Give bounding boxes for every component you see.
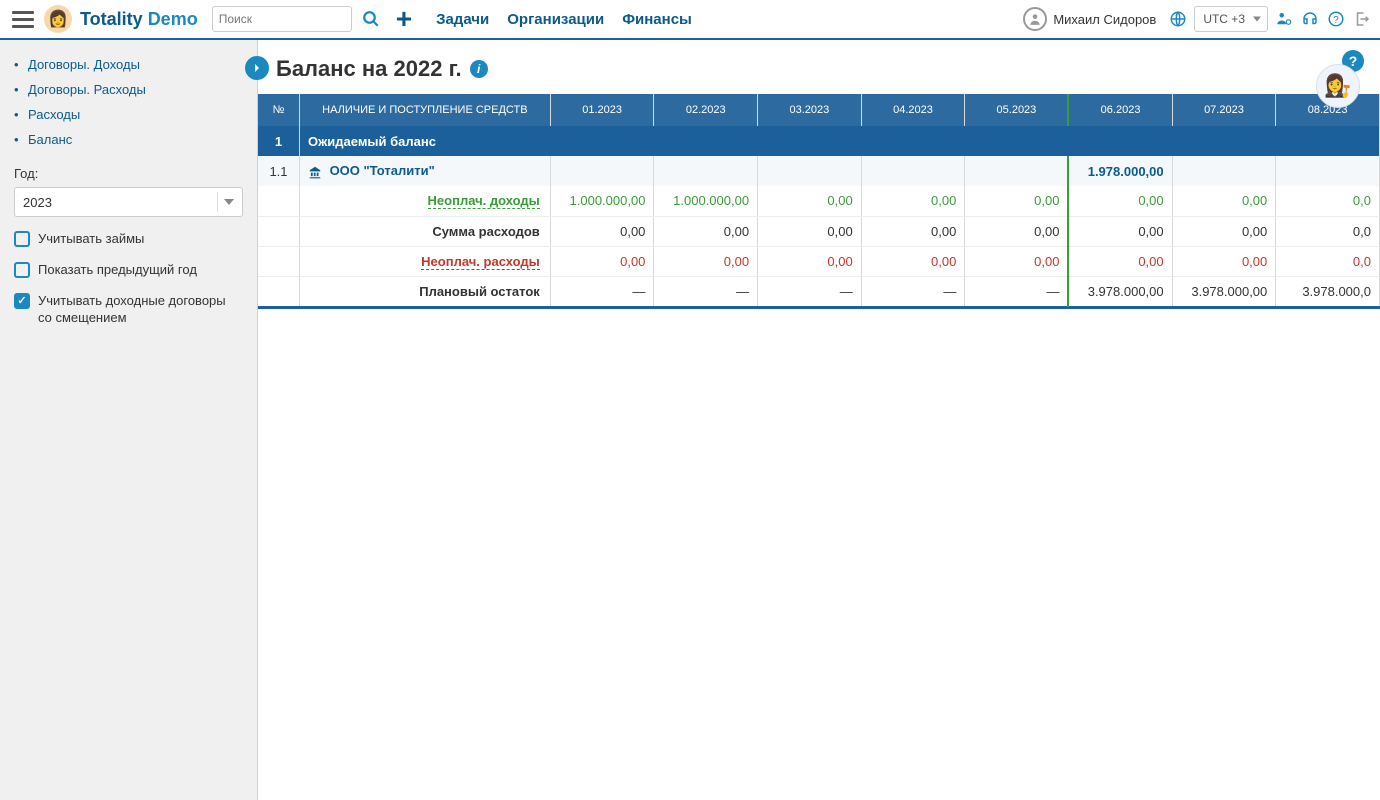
col-month[interactable]: 07.2023 xyxy=(1172,94,1276,126)
sidebar-item-expenses[interactable]: Расходы xyxy=(14,102,243,127)
section-row: 1Ожидаемый баланс xyxy=(258,126,1380,156)
sidebar-nav: Договоры. Доходы Договоры. Расходы Расхо… xyxy=(14,52,243,152)
help-icon[interactable]: ? xyxy=(1326,9,1346,29)
help-float: ? 👩‍⚖️ xyxy=(1308,50,1364,106)
search-input[interactable] xyxy=(212,6,352,32)
table-header-row: № НАЛИЧИЕ И ПОСТУПЛЕНИЕ СРЕДСТВ 01.2023 … xyxy=(258,94,1380,126)
app-avatar-icon: 👩 xyxy=(44,5,72,33)
timezone-select[interactable]: UTC +3 xyxy=(1194,6,1268,32)
checkbox-prev-year[interactable]: Показать предыдущий год xyxy=(14,262,243,279)
col-month[interactable]: 05.2023 xyxy=(965,94,1069,126)
bank-icon xyxy=(308,165,322,179)
globe-icon[interactable] xyxy=(1168,9,1188,29)
app-logo[interactable]: Totality Demo xyxy=(80,9,198,30)
info-icon[interactable]: i xyxy=(470,60,488,78)
col-month[interactable]: 04.2023 xyxy=(861,94,965,126)
table-row: Неоплач. доходы1.000.000,001.000.000,000… xyxy=(258,186,1380,216)
main-nav: Задачи Организации Финансы xyxy=(436,11,692,28)
col-month[interactable]: 02.2023 xyxy=(654,94,758,126)
checkbox-icon xyxy=(14,231,30,247)
support-icon[interactable] xyxy=(1300,9,1320,29)
sidebar-item-balance[interactable]: Баланс xyxy=(14,127,243,152)
user-avatar-icon xyxy=(1023,7,1047,31)
checkbox-icon xyxy=(14,262,30,278)
user-name: Михаил Сидоров xyxy=(1053,12,1156,27)
user-menu[interactable]: Михаил Сидоров xyxy=(1023,7,1156,31)
add-button[interactable]: + xyxy=(390,3,418,35)
assistant-avatar-icon[interactable]: 👩‍⚖️ xyxy=(1316,64,1360,108)
year-select[interactable]: 2023 xyxy=(14,187,243,217)
sidebar-item-contracts-expense[interactable]: Договоры. Расходы xyxy=(14,77,243,102)
checkbox-shifted-contracts[interactable]: Учитывать доходные договоры со смещением xyxy=(14,293,243,327)
table-row: Неоплач. расходы0,000,000,000,000,000,00… xyxy=(258,246,1380,276)
user-settings-icon[interactable] xyxy=(1274,9,1294,29)
checkbox-icon xyxy=(14,293,30,309)
table-row: Сумма расходов0,000,000,000,000,000,000,… xyxy=(258,216,1380,246)
search-icon[interactable] xyxy=(358,6,384,32)
main-content: ? 👩‍⚖️ Баланс на 2022 г. i № НАЛИЧИЕ И П… xyxy=(258,40,1380,800)
col-month[interactable]: 03.2023 xyxy=(758,94,862,126)
logout-icon[interactable] xyxy=(1352,9,1372,29)
year-label: Год: xyxy=(14,166,243,181)
col-label: НАЛИЧИЕ И ПОСТУПЛЕНИЕ СРЕДСТВ xyxy=(299,94,550,126)
org-row[interactable]: 1.1 ООО "Тоталити"1.978.000,00 xyxy=(258,156,1380,186)
balance-table: № НАЛИЧИЕ И ПОСТУПЛЕНИЕ СРЕДСТВ 01.2023 … xyxy=(258,94,1380,309)
col-num: № xyxy=(258,94,299,126)
nav-tasks[interactable]: Задачи xyxy=(436,11,489,28)
nav-finance[interactable]: Финансы xyxy=(622,11,692,28)
app-header: 👩 Totality Demo + Задачи Организации Фин… xyxy=(0,0,1380,40)
svg-text:?: ? xyxy=(1333,15,1339,26)
sidebar: Договоры. Доходы Договоры. Расходы Расхо… xyxy=(0,40,258,800)
sidebar-collapse-button[interactable] xyxy=(245,56,269,80)
nav-orgs[interactable]: Организации xyxy=(507,11,604,28)
table-row: Плановый остаток—————3.978.000,003.978.0… xyxy=(258,276,1380,306)
col-month[interactable]: 01.2023 xyxy=(550,94,654,126)
col-month[interactable]: 06.2023 xyxy=(1068,94,1172,126)
page-title: Баланс на 2022 г. i xyxy=(258,40,1380,94)
sidebar-item-contracts-income[interactable]: Договоры. Доходы xyxy=(14,52,243,77)
checkbox-loans[interactable]: Учитывать займы xyxy=(14,231,243,248)
menu-toggle-button[interactable] xyxy=(8,7,38,32)
